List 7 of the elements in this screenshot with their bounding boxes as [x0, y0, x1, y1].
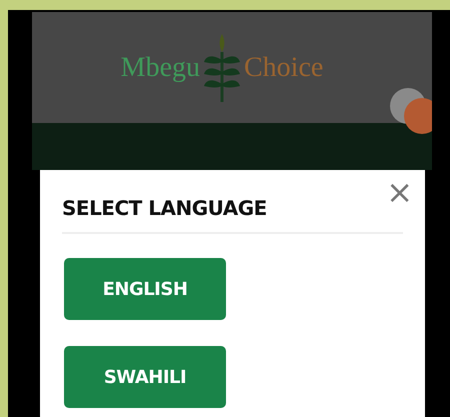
logo-text: Mbegu	[120, 52, 200, 84]
logo-text: Choice	[244, 52, 324, 84]
language-button[interactable]: SWAHILI	[64, 346, 226, 408]
leaf-logo-icon	[202, 32, 242, 104]
close-button[interactable]: ×	[386, 176, 413, 208]
dialog-title: SELECT LANGUAGE	[62, 196, 268, 220]
language-button[interactable]: ENGLISH	[64, 258, 226, 320]
